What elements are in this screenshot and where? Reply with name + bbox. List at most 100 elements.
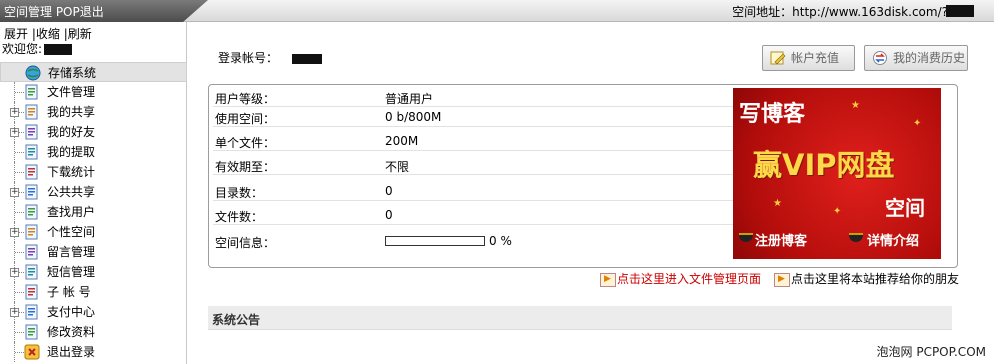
sidebar-item[interactable]: 子 帐 号: [0, 282, 187, 302]
bowl-icon: [739, 233, 753, 242]
notice-title: 系统公告: [212, 313, 261, 327]
tree-line: [15, 252, 24, 253]
sparkle-decoration: ★: [773, 198, 782, 209]
expand-toggle-icon[interactable]: +: [10, 228, 19, 237]
tree-line: [15, 172, 24, 173]
ad-line2: 赢VIP网盘: [753, 148, 895, 182]
register-blog-link[interactable]: 注册博客: [755, 230, 807, 249]
blog-vip-ad-banner[interactable]: ★ ✦ ✦ ★ 写博客 赢VIP网盘 空间 注册博客 详情介绍: [733, 88, 941, 259]
info-key: 用户等级：: [215, 92, 276, 106]
info-key: 单个文件：: [215, 136, 276, 150]
info-row: 单个文件： 200M: [213, 131, 733, 151]
sidebar-item[interactable]: + 我的好友: [0, 122, 187, 142]
info-key: 使用空间：: [215, 112, 276, 126]
nav-root-label: 存储系统: [48, 66, 97, 80]
consumption-history-button[interactable]: 我的消费历史: [864, 45, 968, 71]
sidebar-item[interactable]: + 我的共享: [0, 102, 187, 122]
info-row: 文件数： 0: [213, 205, 733, 225]
sidebar-item-label: 文件管理: [47, 85, 96, 99]
exchange-icon: [873, 51, 887, 65]
pencil-note-icon: [770, 51, 786, 65]
sidebar-item-label: 我的提取: [47, 145, 96, 159]
info-value: 0: [385, 208, 393, 222]
nav-tree: 存储系统文件管理 + 我的共享 + 我的好友我的提取下载统计 + 公共共享查找用户 + 个性空间…: [0, 62, 187, 362]
file-icon: [25, 84, 38, 100]
info-key: 文件数：: [215, 210, 264, 224]
expand-toggle-icon[interactable]: +: [10, 108, 19, 117]
info-key: 空间信息：: [215, 236, 276, 250]
sidebar-item[interactable]: + 支付中心: [0, 302, 187, 322]
refresh-link[interactable]: 刷新: [68, 27, 92, 41]
sidebar-item[interactable]: 我的提取: [0, 142, 187, 162]
expand-toggle-icon[interactable]: +: [10, 188, 19, 197]
welcome-text: 欢迎您:: [2, 40, 73, 57]
account-label: 登录帐号：: [218, 51, 279, 65]
sparkle-decoration: ✦: [833, 206, 842, 217]
info-row: 空间信息： 0 %: [213, 231, 733, 251]
sidebar-item[interactable]: 退出登录: [0, 342, 187, 362]
sidebar-item[interactable]: + 短信管理: [0, 262, 187, 282]
info-row: 用户等级： 普通用户: [213, 87, 733, 107]
sidebar-item[interactable]: 修改资料: [0, 322, 187, 342]
info-value: 200M: [385, 134, 419, 148]
file-manager-link[interactable]: 点击这里进入文件管理页面: [600, 270, 761, 287]
recharge-label: 帐户充值: [791, 51, 840, 65]
info-value: 普通用户: [385, 92, 434, 106]
tree-line: [15, 92, 24, 93]
collapse-all-link[interactable]: 收缩: [36, 27, 60, 41]
nav-root-storage[interactable]: 存储系统: [0, 62, 187, 82]
expand-toggle-icon[interactable]: +: [10, 308, 19, 317]
account-redaction: [292, 53, 323, 64]
sparkle-decoration: ★: [851, 100, 860, 111]
sidebar-item[interactable]: + 公共共享: [0, 182, 187, 202]
expand-toggle-icon[interactable]: +: [10, 268, 19, 277]
sidebar: 展开 |收缩 |刷新 欢迎您: 存储系统 文件管理 + 我的共享 + 我的好友 我的提取 下载…: [0, 22, 187, 364]
details-link[interactable]: 详情介绍: [867, 230, 919, 249]
info-key: 目录数：: [215, 186, 264, 200]
watermark-footer: 泡泡网 PCPOP.COM: [876, 345, 986, 359]
recharge-button[interactable]: 帐户充值: [762, 45, 855, 71]
usage-progress-bar: [385, 236, 485, 246]
tree-line: [15, 212, 24, 213]
space-address: 空间地址：http://www.163disk.com/?: [732, 3, 948, 20]
info-value: 0 b/800M: [385, 110, 442, 124]
sidebar-item[interactable]: 查找用户: [0, 202, 187, 222]
expand-all-link[interactable]: 展开: [4, 27, 28, 41]
globe-icon: [25, 65, 41, 81]
recommend-friends-link[interactable]: 点击这里将本站推荐给你的朋友: [774, 270, 959, 287]
expand-toggle-icon[interactable]: +: [10, 128, 19, 137]
sidebar-item[interactable]: 下载统计: [0, 162, 187, 182]
username-redaction: [44, 44, 73, 55]
sidebar-item-label: 退出登录: [47, 345, 96, 359]
sidebar-item[interactable]: 留言管理: [0, 242, 187, 262]
sidebar-item[interactable]: 文件管理: [0, 82, 187, 102]
info-row: 有效期至： 不限: [213, 155, 733, 175]
edit-profile-icon: [25, 324, 38, 340]
tree-line: [15, 352, 24, 353]
main-panel: 登录帐号： 帐户充值 我的消费历史 用户等级： 普通用户使用空间： 0 b/800M…: [188, 22, 994, 364]
public-share-icon: [25, 184, 38, 200]
info-value: 0: [385, 184, 393, 198]
sidebar-item-label: 短信管理: [47, 265, 96, 279]
address-value[interactable]: http://www.163disk.com/?: [792, 5, 948, 19]
sidebar-item-label: 个性空间: [47, 225, 96, 239]
sidebar-item-label: 子 帐 号: [47, 285, 91, 299]
welcome-label: 欢迎您:: [2, 42, 43, 56]
sidebar-item-label: 查找用户: [47, 205, 96, 219]
recommend-link-label: 点击这里将本站推荐给你的朋友: [791, 272, 960, 286]
top-left-title[interactable]: 空间管理 POP退出: [4, 3, 104, 20]
account-info-box: 用户等级： 普通用户 使用空间： 0 b/800M 单个文件： 200M 有效期至： 不限 目录…: [208, 84, 958, 268]
ad-line3: 空间: [885, 196, 925, 220]
sidebar-item[interactable]: + 个性空间: [0, 222, 187, 242]
logout-icon: [24, 344, 40, 360]
system-notice-header: 系统公告: [208, 306, 952, 330]
tree-line: [15, 292, 24, 293]
tree-line: [15, 152, 24, 153]
file-manager-link-label: 点击这里进入文件管理页面: [617, 272, 762, 286]
ad-line1: 写博客: [739, 102, 806, 127]
space-icon: [25, 224, 38, 240]
info-row: 使用空间： 0 b/800M: [213, 107, 733, 127]
bowl-icon: [849, 233, 863, 242]
arrow-icon: [774, 272, 790, 287]
info-row: 目录数： 0: [213, 181, 733, 201]
